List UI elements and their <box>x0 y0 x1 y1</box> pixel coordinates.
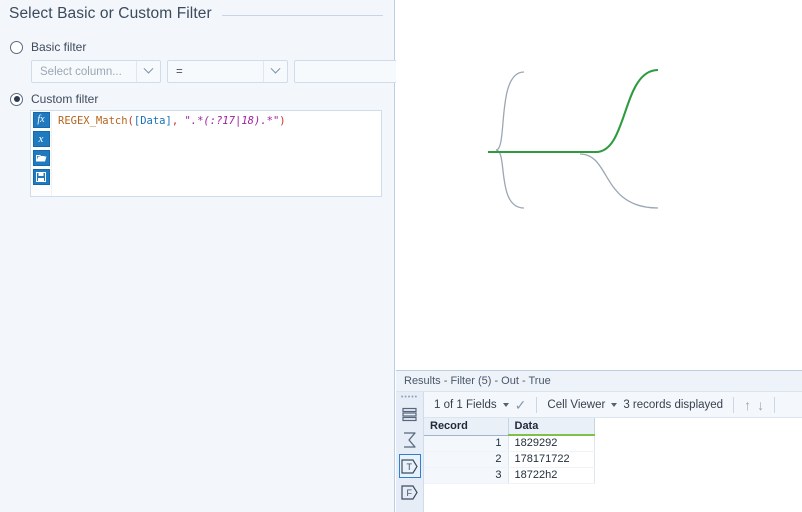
chevron-down-icon[interactable] <box>503 403 509 407</box>
cell-record[interactable]: 3 <box>424 467 508 483</box>
svg-text:T: T <box>407 462 413 472</box>
expr-string-token: ".*(:?17|18).*" <box>184 115 279 127</box>
filter-config-panel: Select Basic or Custom Filter Basic filt… <box>0 0 395 512</box>
cell-record[interactable]: 2 <box>424 451 508 467</box>
basic-filter-radio[interactable] <box>10 41 23 54</box>
column-select[interactable]: Select column... <box>31 60 161 83</box>
results-side-rail: ••••• T <box>396 392 424 512</box>
rail-grip-handle[interactable]: ••••• <box>402 394 418 400</box>
panel-header: Select Basic or Custom Filter <box>0 0 395 28</box>
cell-data[interactable]: 18722h2 <box>508 467 594 483</box>
custom-filter-label: Custom filter <box>31 92 98 106</box>
table-row[interactable]: 11829292 <box>424 435 594 451</box>
checkmark-icon[interactable]: ✓ <box>515 398 527 412</box>
custom-filter-radio-row[interactable]: Custom filter <box>10 92 98 106</box>
cell-data[interactable]: 1829292 <box>508 435 594 451</box>
chevron-down-icon[interactable] <box>263 61 287 82</box>
save-disk-icon[interactable] <box>33 169 50 185</box>
scroll-up-icon[interactable]: ↑ <box>744 398 751 412</box>
expression-editor[interactable]: fx x REGEX_Match([Data], ".*(:?17|18).*"… <box>30 110 382 197</box>
column-header-record[interactable]: Record <box>424 418 508 435</box>
table-row[interactable]: 318722h2 <box>424 467 594 483</box>
cell-data[interactable]: 178171722 <box>508 451 594 467</box>
toolbar-divider <box>774 397 775 413</box>
operator-select-value: = <box>168 66 263 78</box>
expr-close-paren: ) <box>279 115 285 127</box>
basic-value-input[interactable] <box>294 60 397 83</box>
expression-gutter: fx x <box>31 111 52 196</box>
app-window: Select Basic or Custom Filter Basic filt… <box>0 0 802 512</box>
toolbar-divider <box>733 397 734 413</box>
basic-filter-label: Basic filter <box>31 40 86 54</box>
workflow-canvas[interactable]: T F Contains ([Data],"17") or Contains (… <box>396 0 802 370</box>
expression-text[interactable]: REGEX_Match([Data], ".*(:?17|18).*") <box>52 111 381 196</box>
table-header-row: Record Data <box>424 418 594 435</box>
page-title: Select Basic or Custom Filter <box>9 5 212 23</box>
cell-viewer-label[interactable]: Cell Viewer <box>547 399 605 411</box>
table-list-icon[interactable] <box>399 402 421 426</box>
results-titlebar[interactable]: Results - Filter (5) - Out - True <box>396 371 802 392</box>
title-divider <box>222 15 383 16</box>
folder-open-icon[interactable] <box>33 150 50 166</box>
results-panel: Results - Filter (5) - Out - True ••••• <box>396 370 802 512</box>
chevron-down-icon[interactable] <box>136 61 160 82</box>
operator-select[interactable]: = <box>167 60 288 83</box>
variable-x-icon[interactable]: x <box>33 131 50 147</box>
results-table: Record Data 118292922178171722318722h2 <box>424 418 595 484</box>
table-row[interactable]: 2178171722 <box>424 451 594 467</box>
basic-filter-controls: Select column... = <box>31 60 397 83</box>
cell-record[interactable]: 1 <box>424 435 508 451</box>
table-body: 118292922178171722318722h2 <box>424 435 594 483</box>
records-displayed-label: 3 records displayed <box>623 399 723 411</box>
false-output-icon[interactable]: F <box>399 480 421 504</box>
column-select-value: Select column... <box>32 66 136 78</box>
true-output-icon[interactable]: T <box>399 454 421 478</box>
column-header-data[interactable]: Data <box>508 418 594 435</box>
fx-icon[interactable]: fx <box>33 112 50 128</box>
sigma-icon[interactable] <box>399 428 421 452</box>
expr-comma: , <box>172 115 178 127</box>
results-toolbar: 1 of 1 Fields ✓ Cell Viewer 3 records di… <box>424 392 802 418</box>
fields-count-label[interactable]: 1 of 1 Fields <box>434 399 497 411</box>
basic-filter-radio-row[interactable]: Basic filter <box>10 40 86 54</box>
chevron-down-icon[interactable] <box>611 403 617 407</box>
expr-function-token: REGEX_Match <box>58 115 128 127</box>
svg-text:F: F <box>407 488 413 498</box>
results-grid[interactable]: Record Data 118292922178171722318722h2 <box>424 418 802 512</box>
scroll-down-icon[interactable]: ↓ <box>757 398 764 412</box>
toolbar-divider <box>536 397 537 413</box>
expr-field-token: [Data] <box>134 115 172 127</box>
results-title: Results - Filter (5) - Out - True <box>404 375 551 387</box>
custom-filter-radio[interactable] <box>10 93 23 106</box>
connection-lines <box>396 0 802 370</box>
